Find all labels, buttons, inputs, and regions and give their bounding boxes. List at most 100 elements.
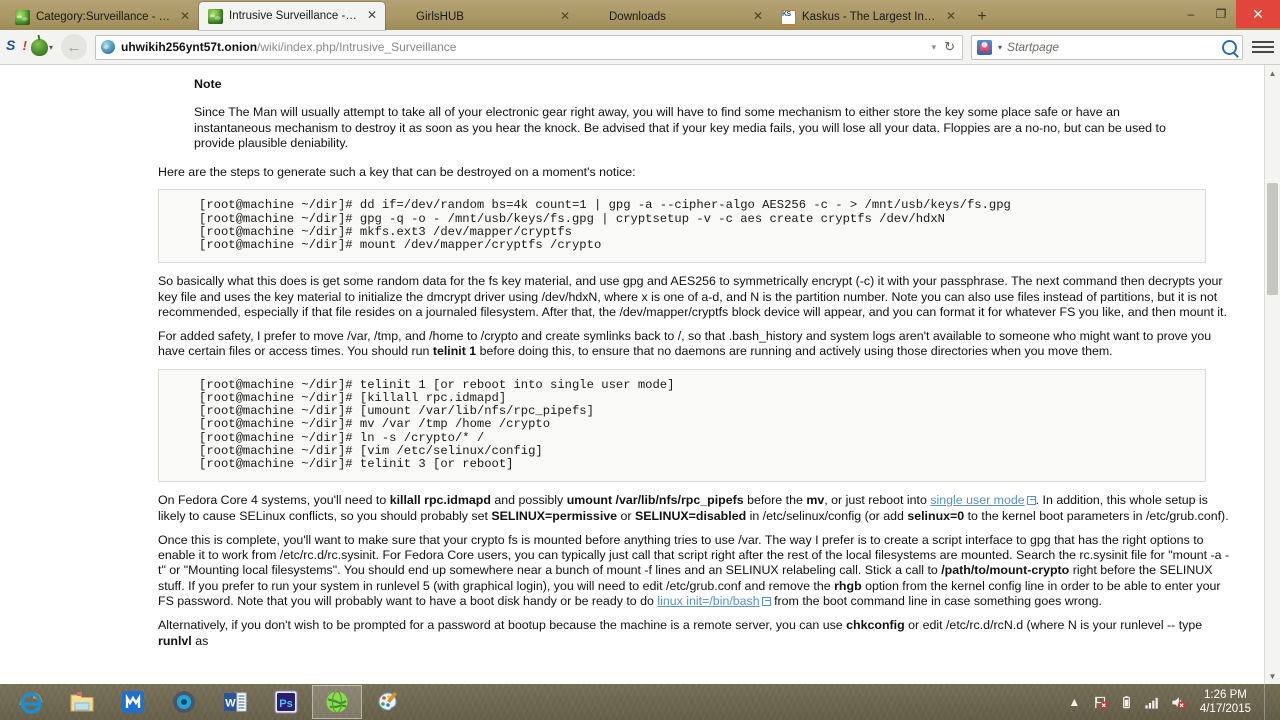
tab-close-icon[interactable]: ✕ bbox=[558, 10, 572, 24]
browser-tab-2[interactable]: GirlsHUB ✕ bbox=[386, 4, 578, 30]
scroll-down-arrow-icon[interactable]: ▼ bbox=[1265, 668, 1280, 684]
note-block: Note Since The Man will usually attempt … bbox=[158, 77, 1234, 151]
paragraph-fedora: On Fedora Core 4 systems, you'll need to… bbox=[158, 493, 1234, 524]
media-player-icon bbox=[173, 691, 195, 713]
browser-tab-3[interactable]: Downloads ✕ bbox=[579, 4, 771, 30]
intro-paragraph: Here are the steps to generate such a ke… bbox=[158, 165, 636, 180]
reload-icon[interactable]: ↻ bbox=[942, 39, 957, 55]
link-single-user-mode[interactable]: single user mode bbox=[930, 493, 1024, 507]
network-signal-icon[interactable] bbox=[1144, 694, 1161, 711]
tab-title: GirlsHUB bbox=[416, 11, 464, 23]
search-input[interactable]: Startpage bbox=[1007, 40, 1217, 54]
photoshop-icon: Ps bbox=[274, 690, 298, 714]
page-scrollbar[interactable]: ▲ ▼ bbox=[1264, 65, 1280, 684]
internet-explorer-icon bbox=[19, 692, 43, 714]
bold-run: umount /var/lib/nfs/rpc_pipefs bbox=[566, 493, 744, 508]
bold-run: selinux=0 bbox=[907, 508, 965, 523]
kaskus-icon: KS bbox=[781, 9, 796, 25]
startpage-engine-icon bbox=[977, 39, 992, 55]
new-tab-button[interactable]: + bbox=[969, 5, 995, 29]
browser-tab-4[interactable]: KS Kaskus - The Largest Indon... ✕ bbox=[772, 4, 964, 30]
chevron-down-icon[interactable]: ▾ bbox=[998, 43, 1002, 52]
external-link-icon bbox=[761, 596, 771, 606]
bold-run: runlvl bbox=[158, 633, 192, 648]
svg-text:Ps: Ps bbox=[279, 698, 292, 710]
bold-run: chkconfig bbox=[846, 618, 905, 633]
url-text: uhwikih256ynt57t.onion/wiki/index.php/In… bbox=[121, 40, 926, 54]
tab-title: Category:Surveillance - Th... bbox=[36, 11, 172, 23]
navigation-toolbar: S ▾ ← uhwikih256ynt57t.onion/wiki/index.… bbox=[0, 30, 1280, 65]
browser-window: Category:Surveillance - Th... ✕ Intrusiv… bbox=[0, 0, 1280, 684]
battery-glyph-icon bbox=[1122, 695, 1130, 708]
flag-icon[interactable] bbox=[1092, 694, 1109, 711]
volume-muted-icon[interactable] bbox=[1170, 694, 1187, 711]
text-run: as bbox=[191, 633, 209, 648]
search-icon[interactable] bbox=[1222, 39, 1237, 55]
bold-run: killall rpc.idmapd bbox=[389, 493, 491, 508]
address-bar[interactable]: uhwikih256ynt57t.onion/wiki/index.php/In… bbox=[95, 34, 963, 60]
code-block-1: [root@machine ~/dir]# dd if=/dev/random … bbox=[158, 189, 1206, 264]
text-run: to the kernel boot parameters in /etc/gr… bbox=[964, 508, 1229, 523]
browser-tab-0[interactable]: Category:Surveillance - Th... ✕ bbox=[6, 4, 198, 30]
action-center-flag-icon bbox=[1094, 696, 1108, 709]
taskbar-item-maxthon-browser[interactable] bbox=[108, 685, 158, 719]
text-run: , or just reboot into bbox=[824, 493, 931, 508]
chevron-down-icon: ▾ bbox=[49, 42, 54, 52]
back-button[interactable]: ← bbox=[61, 34, 88, 60]
text-run: before the bbox=[743, 493, 807, 508]
show-desktop-button[interactable] bbox=[1264, 684, 1272, 720]
wiki-article-content: Note Since The Man will usually attempt … bbox=[0, 65, 1264, 684]
windows-taskbar: W Ps ▲ 1:26 PM 4/17/2015 bbox=[0, 684, 1280, 720]
taskbar-item-file-explorer[interactable] bbox=[57, 685, 107, 719]
url-path: /wiki/index.php/Intrusive_Surveillance bbox=[257, 40, 457, 54]
note-body-text: Since The Man will usually attempt to ta… bbox=[194, 105, 1166, 150]
blank-favicon-icon bbox=[395, 10, 410, 25]
tab-title: Intrusive Surveillance - The... bbox=[229, 10, 359, 22]
torbutton-menu[interactable]: ▾ bbox=[31, 38, 54, 56]
text-run: before doing this, to ensure that no dae… bbox=[476, 344, 1113, 359]
taskbar-clock[interactable]: 1:26 PM 4/17/2015 bbox=[1196, 688, 1251, 716]
bold-run: SELINUX=disabled bbox=[634, 508, 747, 523]
search-bar[interactable]: ▾ Startpage bbox=[971, 34, 1243, 60]
microsoft-word-icon: W bbox=[224, 692, 247, 712]
text-run: and possibly bbox=[490, 493, 567, 508]
battery-icon[interactable] bbox=[1118, 694, 1135, 711]
close-button[interactable]: ✕ bbox=[1236, 0, 1280, 28]
tab-title: Downloads bbox=[609, 11, 666, 23]
minimize-button[interactable]: – bbox=[1176, 0, 1206, 28]
startpage-button[interactable]: S bbox=[6, 37, 27, 57]
chevron-down-icon[interactable]: ▾ bbox=[932, 42, 937, 53]
site-identity-globe-icon bbox=[101, 40, 116, 54]
restore-button[interactable]: ❐ bbox=[1206, 0, 1236, 28]
bold-run: rhgb bbox=[834, 578, 862, 593]
text-run: Alternatively, if you don't wish to be p… bbox=[158, 618, 847, 633]
scroll-up-arrow-icon[interactable]: ▲ bbox=[1265, 65, 1280, 81]
paragraph-alternatively: Alternatively, if you don't wish to be p… bbox=[158, 618, 1234, 649]
maxthon-icon bbox=[122, 691, 144, 713]
taskbar-item-media-player[interactable] bbox=[159, 685, 209, 719]
taskbar-item-photoshop[interactable]: Ps bbox=[261, 685, 311, 719]
paragraph-added-safety: For added safety, I prefer to move /var,… bbox=[158, 329, 1234, 360]
taskbar-item-internet-explorer[interactable] bbox=[6, 685, 56, 719]
scrollbar-thumb[interactable] bbox=[1267, 183, 1278, 295]
text-run: from the boot command line in case somet… bbox=[770, 593, 1102, 608]
link-linux-init-bin-bash[interactable]: linux init=/bin/bash bbox=[657, 594, 759, 608]
external-link-icon bbox=[1026, 496, 1036, 506]
svg-text:W: W bbox=[225, 698, 236, 710]
menu-icon[interactable] bbox=[1252, 41, 1274, 53]
taskbar-item-paint[interactable] bbox=[363, 685, 413, 719]
bold-run: SELINUX=permissive bbox=[491, 508, 618, 523]
bold-run: /path/to/mount-crypto bbox=[941, 563, 1070, 578]
tab-close-icon[interactable]: ✕ bbox=[178, 10, 192, 24]
tab-close-icon[interactable]: ✕ bbox=[751, 10, 765, 24]
taskbar-item-microsoft-word[interactable]: W bbox=[210, 685, 260, 719]
browser-tab-1-active[interactable]: Intrusive Surveillance - The... ✕ bbox=[199, 2, 385, 30]
tab-title: Kaskus - The Largest Indon... bbox=[802, 11, 938, 23]
show-hidden-icons-button[interactable]: ▲ bbox=[1066, 694, 1083, 711]
window-controls: – ❐ ✕ bbox=[1176, 0, 1280, 28]
tab-close-icon[interactable]: ✕ bbox=[365, 9, 379, 23]
taskbar-item-tor-browser[interactable] bbox=[312, 685, 362, 719]
signal-bars-icon bbox=[1145, 697, 1159, 709]
tab-close-icon[interactable]: ✕ bbox=[944, 10, 958, 24]
url-domain: uhwikih256ynt57t.onion bbox=[121, 40, 258, 54]
